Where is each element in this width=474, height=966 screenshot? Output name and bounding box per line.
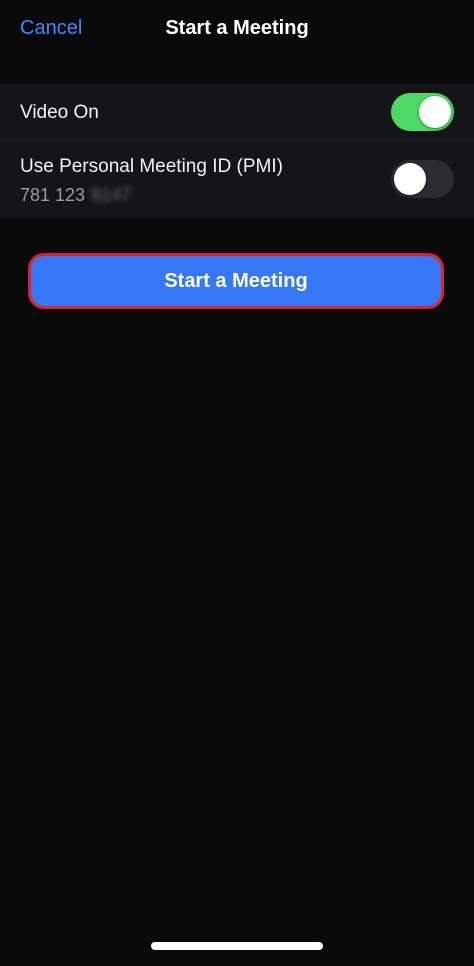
video-on-row[interactable]: Video On <box>0 84 474 140</box>
pmi-number-obscured: 8147 <box>91 185 132 205</box>
toggle-knob <box>419 96 451 128</box>
video-on-toggle[interactable] <box>391 93 454 131</box>
video-on-label: Video On <box>20 102 99 123</box>
pmi-row[interactable]: Use Personal Meeting ID (PMI) 781 123 814… <box>0 140 474 218</box>
pmi-number-visible: 781 123 <box>20 185 86 205</box>
toggle-knob <box>394 163 426 195</box>
page-title: Start a Meeting <box>165 17 309 39</box>
pmi-number: 781 123 8147 <box>20 185 131 206</box>
pmi-label: Use Personal Meeting ID (PMI) <box>20 156 283 177</box>
home-indicator[interactable] <box>151 942 323 950</box>
navigation-bar: Cancel Start a Meeting <box>0 0 474 62</box>
start-meeting-button[interactable]: Start a Meeting <box>28 253 444 309</box>
meeting-settings: Video On Use Personal Meeting ID (PMI) 7… <box>0 84 474 218</box>
pmi-toggle[interactable] <box>391 160 454 198</box>
